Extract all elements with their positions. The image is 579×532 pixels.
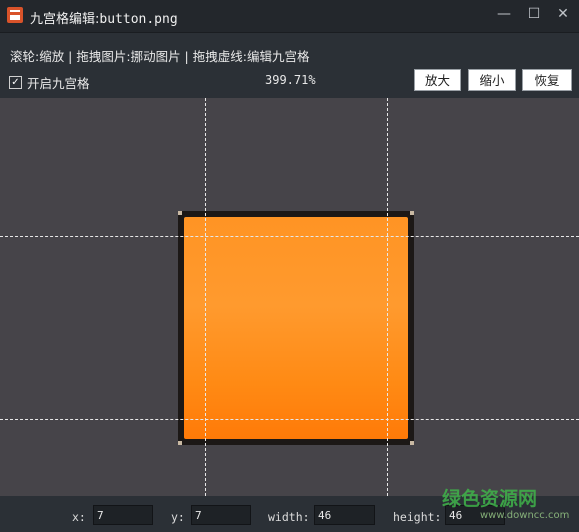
width-label: width: (268, 510, 310, 524)
zoom-in-button[interactable]: 放大 (414, 69, 461, 91)
x-label: x: (72, 510, 86, 524)
window-title-prefix: 九宫格编辑: (30, 12, 100, 27)
width-field[interactable]: 46 (314, 505, 375, 525)
window-title: 九宫格编辑:button.png (30, 8, 178, 27)
y-field[interactable]: 7 (191, 505, 251, 525)
corner-pixel (178, 211, 182, 215)
image-canvas[interactable] (0, 98, 579, 496)
app-icon (7, 7, 23, 23)
window-title-file: button.png (99, 12, 178, 27)
guide-top[interactable] (0, 236, 579, 237)
title-bar: 九宫格编辑:button.png — ☐ ✕ (0, 0, 579, 33)
maximize-button[interactable]: ☐ (520, 0, 548, 28)
usage-hint: 滚轮:缩放 | 拖拽图片:挪动图片 | 拖拽虚线:编辑九宫格 (10, 49, 310, 64)
guide-left[interactable] (205, 98, 206, 496)
toolbar: 滚轮:缩放 | 拖拽图片:挪动图片 | 拖拽虚线:编辑九宫格 ✓ 开启九宫格 3… (0, 33, 579, 97)
checkbox-checked-icon[interactable]: ✓ (9, 76, 22, 89)
enable-nine-grid-toggle[interactable]: ✓ 开启九宫格 (9, 73, 90, 92)
reset-button[interactable]: 恢复 (522, 69, 572, 91)
minimize-button[interactable]: — (490, 0, 518, 28)
zoom-level: 399.71% (265, 73, 316, 87)
height-label: height: (393, 510, 442, 524)
enable-nine-grid-label[interactable]: 开启九宫格 (27, 73, 90, 92)
y-label: y: (171, 510, 185, 524)
close-button[interactable]: ✕ (549, 0, 577, 28)
zoom-out-button[interactable]: 缩小 (468, 69, 516, 91)
image-fill (184, 217, 408, 439)
corner-pixel (410, 211, 414, 215)
corner-pixel (410, 441, 414, 445)
watermark-logo: 绿色资源网 (442, 488, 538, 510)
watermark-url: www.downcc.com (480, 510, 570, 521)
preview-image[interactable] (178, 211, 414, 445)
corner-pixel (178, 441, 182, 445)
x-field[interactable]: 7 (93, 505, 153, 525)
guide-bottom[interactable] (0, 419, 579, 420)
guide-right[interactable] (387, 98, 388, 496)
